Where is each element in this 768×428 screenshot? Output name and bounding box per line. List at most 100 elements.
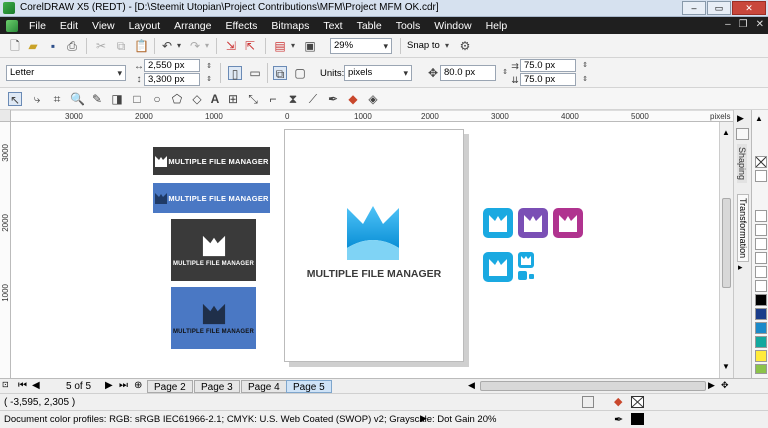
paper-type-select[interactable]: Letter xyxy=(6,65,126,81)
options-icon[interactable]: ⚙ xyxy=(458,39,472,53)
maximize-button[interactable]: ▭ xyxy=(707,1,731,15)
color-swatch-white-4[interactable] xyxy=(755,238,767,250)
icon-variants-group[interactable] xyxy=(483,208,583,284)
navigator-icon[interactable]: ✥ xyxy=(721,380,729,391)
landscape-icon[interactable]: ▭ xyxy=(248,66,262,80)
menu-window[interactable]: Window xyxy=(427,20,478,32)
page-tab-2[interactable]: Page 2 xyxy=(147,380,193,393)
page-tab-5[interactable]: Page 5 xyxy=(286,380,332,393)
horizontal-scroll-thumb[interactable] xyxy=(480,381,706,391)
color-swatch-blue[interactable] xyxy=(755,322,767,334)
no-fill-swatch[interactable] xyxy=(755,156,767,168)
menu-effects[interactable]: Effects xyxy=(218,20,264,32)
connector-tool-icon[interactable]: ⌐ xyxy=(266,92,280,106)
undo-dropdown-icon[interactable]: ▾ xyxy=(172,39,186,53)
add-page-icon[interactable]: ⊕ xyxy=(134,380,142,391)
outline-pen-indicator-icon[interactable]: ✒ xyxy=(614,413,623,426)
minimize-button[interactable]: – xyxy=(682,1,706,15)
zoom-extents-icon[interactable]: ⊡ xyxy=(2,380,9,389)
page-height-field[interactable]: 3,300 px xyxy=(144,73,200,86)
menu-arrange[interactable]: Arrange xyxy=(167,20,218,32)
publish-pdf-icon[interactable]: ▤ xyxy=(273,39,287,53)
export-icon[interactable]: ⇱ xyxy=(243,39,257,53)
current-page-icon[interactable]: ▢ xyxy=(293,66,307,80)
fill-color-none[interactable] xyxy=(631,396,644,408)
menu-file[interactable]: File xyxy=(22,20,53,32)
page-tab-4[interactable]: Page 4 xyxy=(241,380,287,393)
crop-tool-icon[interactable]: ⌗ xyxy=(50,92,64,106)
menu-help[interactable]: Help xyxy=(479,20,515,32)
doc-restore-button[interactable]: ❐ xyxy=(739,19,748,30)
logo-banner-blue[interactable]: MULTIPLE FILE MANAGER xyxy=(153,183,270,213)
smart-fill-icon[interactable]: ◨ xyxy=(110,92,124,106)
menu-table[interactable]: Table xyxy=(350,20,389,32)
dimension-tool-icon[interactable]: ⤡ xyxy=(246,92,260,106)
table-tool-icon[interactable]: ⊞ xyxy=(226,92,240,106)
freehand-tool-icon[interactable]: ✎ xyxy=(90,92,104,106)
publish-dropdown-icon[interactable]: ▾ xyxy=(286,39,300,53)
logo-square-blue[interactable]: MULTIPLE FILE MANAGER xyxy=(171,287,256,349)
color-swatch-navy[interactable] xyxy=(755,308,767,320)
nudge-distance-field[interactable]: 80.0 px xyxy=(440,65,496,81)
palette-scroll-up-icon[interactable]: ▲ xyxy=(755,114,763,123)
all-pages-icon[interactable]: ⧉ xyxy=(273,66,287,81)
outline-color-black[interactable] xyxy=(631,413,644,425)
width-spinner[interactable]: ⇕ xyxy=(202,60,216,74)
logo-square-dark[interactable]: MULTIPLE FILE MANAGER xyxy=(171,219,256,281)
print-icon[interactable]: ⎙ xyxy=(65,39,79,53)
doc-minimize-button[interactable]: – xyxy=(725,19,731,30)
paste-icon[interactable]: 📋 xyxy=(134,39,149,53)
duplicate-y-field[interactable]: 75.0 px xyxy=(520,73,576,86)
docker-options-icon[interactable] xyxy=(736,128,749,140)
snap-dropdown-icon[interactable]: ▾ xyxy=(440,39,454,53)
copy-icon[interactable]: ⧉ xyxy=(114,39,128,53)
logo-banner-dark[interactable]: MULTIPLE FILE MANAGER xyxy=(153,147,270,175)
scroll-down-arrow-icon[interactable]: ▼ xyxy=(722,362,730,371)
portrait-icon[interactable]: ▯ xyxy=(228,66,242,81)
document-icon[interactable] xyxy=(6,19,18,32)
duplicate-x-field[interactable]: 75.0 px xyxy=(520,59,576,72)
units-select[interactable]: pixels xyxy=(344,65,412,81)
close-button[interactable]: ✕ xyxy=(732,1,766,15)
basic-shapes-icon[interactable]: ◇ xyxy=(190,92,204,106)
profiles-arrow-icon[interactable]: ▶ xyxy=(420,413,427,424)
color-swatch-white-3[interactable] xyxy=(755,224,767,236)
menu-edit[interactable]: Edit xyxy=(53,20,85,32)
blend-tool-icon[interactable]: ⧗ xyxy=(286,92,300,106)
doc-close-button[interactable]: ✕ xyxy=(756,19,764,30)
fill-tool-icon[interactable]: ◆ xyxy=(346,92,360,106)
shaping-docker-tab[interactable]: Shaping xyxy=(737,144,747,184)
vertical-ruler[interactable]: 3000 2000 1000 xyxy=(0,122,11,378)
menu-tools[interactable]: Tools xyxy=(389,20,428,32)
new-document-icon[interactable]: 🗋 xyxy=(8,39,22,53)
page-tab-3[interactable]: Page 3 xyxy=(194,380,240,393)
cut-icon[interactable]: ✂ xyxy=(94,39,108,53)
horizontal-ruler[interactable]: 3000 2000 1000 0 1000 2000 3000 4000 500… xyxy=(11,110,733,122)
shape-tool-icon[interactable]: ⤷ xyxy=(30,92,44,106)
pick-tool-icon[interactable]: ↖ xyxy=(8,92,22,107)
polygon-tool-icon[interactable]: ⬠ xyxy=(170,92,184,106)
save-icon[interactable]: ▪ xyxy=(46,39,60,53)
outline-pen-icon[interactable]: ✒ xyxy=(326,92,340,106)
menu-layout[interactable]: Layout xyxy=(122,20,168,32)
zoom-tool-icon[interactable]: 🔍 xyxy=(70,92,85,106)
zoom-level-select[interactable]: 29% xyxy=(330,38,392,54)
coreldraw-app-icon[interactable] xyxy=(3,2,15,14)
color-swatch-green[interactable] xyxy=(755,364,767,374)
docker-expand-icon[interactable]: ▸ xyxy=(738,262,743,273)
color-swatch-white-5[interactable] xyxy=(755,252,767,264)
snap-to-button[interactable]: Snap to xyxy=(407,40,440,51)
previous-page-icon[interactable]: ◀ xyxy=(32,380,40,391)
dup-y-spinner[interactable]: ⇕ xyxy=(578,73,592,87)
last-page-icon[interactable]: ⏭ xyxy=(119,380,128,391)
color-swatch-white-2[interactable] xyxy=(755,210,767,222)
color-swatch-white-7[interactable] xyxy=(755,280,767,292)
first-page-icon[interactable]: ⏮ xyxy=(18,380,27,391)
scroll-left-arrow-icon[interactable]: ◀ xyxy=(468,380,475,391)
vertical-scroll-thumb[interactable] xyxy=(722,198,731,288)
color-swatch-teal[interactable] xyxy=(755,336,767,348)
height-spinner[interactable]: ⇕ xyxy=(202,73,216,87)
menu-text[interactable]: Text xyxy=(316,20,349,32)
open-folder-icon[interactable]: ▰ xyxy=(26,39,40,53)
dup-x-spinner[interactable]: ⇕ xyxy=(578,59,592,73)
